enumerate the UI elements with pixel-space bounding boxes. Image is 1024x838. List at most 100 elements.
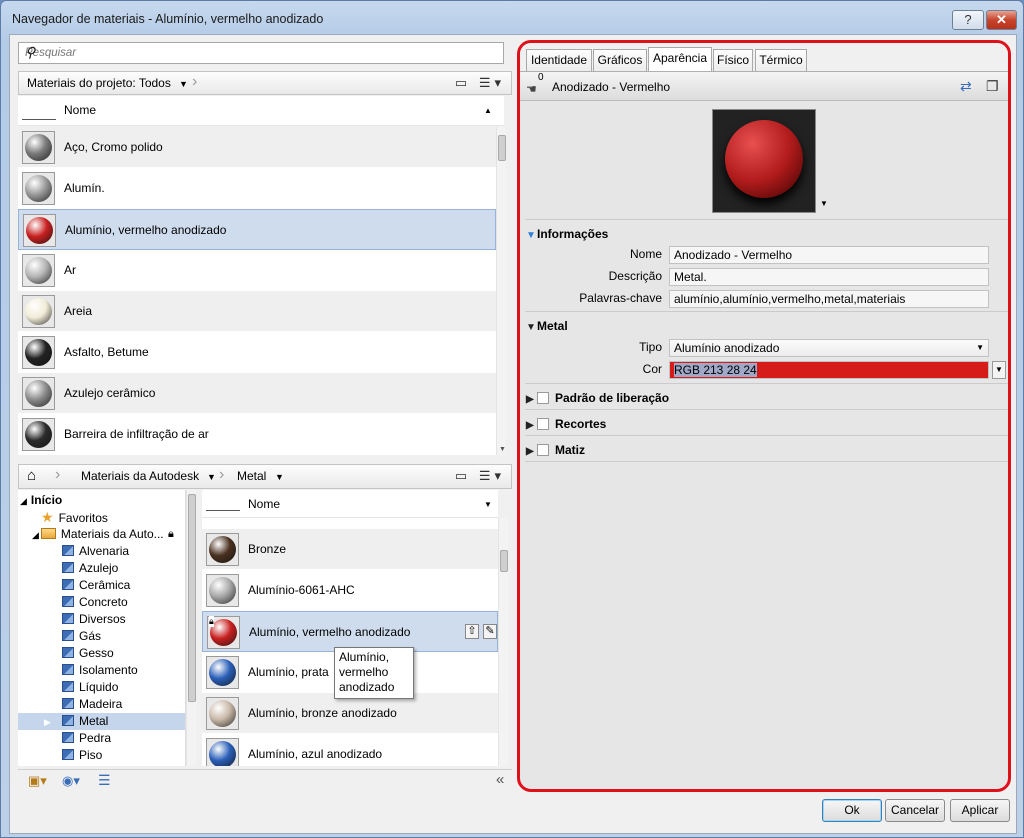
list-item[interactable]: Asfalto, Betume — [18, 332, 496, 373]
help-button[interactable]: ? — [952, 10, 984, 30]
tree-item[interactable]: Madeira — [18, 696, 185, 713]
collapse-left-icon[interactable]: « — [496, 771, 504, 788]
expanded-arrow-icon[interactable]: ▼ — [526, 322, 537, 333]
editor-toggle-icon[interactable]: ☰ — [98, 772, 111, 789]
view-options-icon[interactable]: ▭ ☰▾ — [455, 75, 505, 91]
ok-button[interactable]: Ok — [822, 799, 882, 822]
collapsed-arrow-icon[interactable]: ▶ — [526, 446, 537, 457]
expanded-arrow-icon[interactable]: ◢ — [32, 530, 39, 540]
tree-item[interactable]: Gás — [18, 628, 185, 645]
breadcrumb-autodesk[interactable]: Materiais da Autodesk — [81, 469, 199, 483]
section-checkbox[interactable] — [537, 418, 549, 430]
move-up-icon[interactable]: ⇧ — [465, 624, 479, 639]
list-item[interactable]: Ar — [18, 250, 496, 291]
scrollbar-thumb[interactable] — [500, 550, 508, 572]
tab-identidade[interactable]: Identidade — [526, 49, 592, 72]
apply-button[interactable]: Aplicar — [950, 799, 1010, 822]
project-filter-label[interactable]: Materiais do projeto: Todos — [27, 76, 171, 90]
preview-options-icon[interactable]: ▼ — [820, 199, 828, 208]
collapsed-section[interactable]: ▶ Recortes — [526, 417, 1008, 431]
tab-gráficos[interactable]: Gráficos — [593, 49, 647, 72]
chevron-down-icon[interactable]: ▼ — [275, 472, 284, 482]
tree-item[interactable]: Líquido — [18, 679, 185, 696]
description-field[interactable]: Metal. — [669, 268, 989, 286]
list-item[interactable]: Areia — [18, 291, 496, 332]
project-list-scrollbar[interactable]: ▼ — [496, 127, 506, 455]
scroll-down-icon[interactable]: ▼ — [499, 446, 506, 453]
tree-item[interactable]: Pedra — [18, 730, 185, 747]
list-item[interactable]: Bronze — [202, 529, 498, 570]
tab-térmico[interactable]: Térmico — [755, 49, 807, 72]
tree-item[interactable]: Isolamento — [18, 662, 185, 679]
chevron-down-icon[interactable]: ▼ — [207, 472, 216, 482]
type-dropdown[interactable]: Alumínio anodizado ▼ — [669, 339, 989, 357]
library-name-column[interactable]: Nome — [248, 497, 280, 511]
collapsed-section[interactable]: ▶ Matiz — [526, 443, 1008, 457]
color-field[interactable]: RGB 213 28 24 — [669, 361, 989, 379]
edit-icon[interactable]: ✎ — [483, 624, 497, 639]
expanded-arrow-icon[interactable]: ▼ — [526, 230, 537, 241]
list-item[interactable]: Barreira de infiltração de ar — [18, 414, 496, 455]
expanded-arrow-icon[interactable]: ◢ — [20, 496, 27, 506]
tree-item[interactable]: Diversos — [18, 611, 185, 628]
close-button[interactable]: ✕ — [986, 10, 1017, 30]
project-name-column[interactable]: Nome — [64, 103, 96, 117]
list-item[interactable]: Azulejo cerâmico — [18, 373, 496, 414]
tree-item[interactable]: ▶ Metal — [18, 713, 185, 730]
material-sphere — [26, 217, 53, 244]
list-item[interactable]: Aço, Cromo polido — [18, 127, 496, 168]
tab-físico[interactable]: Físico — [713, 49, 753, 72]
collapsed-arrow-icon[interactable]: ▶ — [526, 394, 537, 405]
library-list-scrollbar[interactable] — [498, 518, 508, 766]
tab-aparência[interactable]: Aparência — [648, 47, 712, 73]
collapsed-arrow-icon[interactable]: ▶ — [526, 420, 537, 431]
section-checkbox[interactable] — [537, 392, 549, 404]
view-options-icon[interactable]: ▭ ☰▾ — [455, 468, 505, 484]
breadcrumb-metal[interactable]: Metal — [237, 469, 266, 483]
name-field[interactable]: Anodizado - Vermelho — [669, 246, 989, 264]
tree-item[interactable]: Cerâmica — [18, 577, 185, 594]
chevron-down-icon[interactable]: ▼ — [179, 79, 188, 89]
keywords-field[interactable]: alumínio,alumínio,vermelho,metal,materia… — [669, 290, 989, 308]
replace-asset-icon[interactable]: ⇄ — [960, 78, 972, 95]
list-item[interactable]: Alumínio, vermelho anodizado ⇧ ✎ 🔒︎ — [202, 611, 498, 652]
star-icon: ★ — [41, 509, 54, 525]
list-item[interactable]: Alumínio-6061-AHC — [202, 570, 498, 611]
search-icon[interactable]: ⚲ — [25, 44, 499, 61]
tree-item[interactable]: ★ Favoritos — [18, 509, 185, 526]
list-item[interactable]: Alumín. — [18, 168, 496, 209]
tree-item[interactable]: Piso — [18, 747, 185, 764]
tree-item[interactable]: Alvenaria — [18, 543, 185, 560]
search-input[interactable]: Pesquisar ⚲ — [18, 42, 504, 64]
tree-item-label: Piso — [79, 748, 103, 762]
tree-item[interactable]: Gesso — [18, 645, 185, 662]
duplicate-asset-icon[interactable]: ❐ — [986, 78, 999, 95]
tree-scrollbar[interactable] — [186, 490, 196, 766]
scrollbar-thumb[interactable] — [498, 135, 506, 161]
material-swatch-icon — [206, 738, 239, 766]
color-options-button[interactable]: ▼ — [992, 361, 1006, 379]
collapsed-section[interactable]: ▶ Padrão de liberação — [526, 391, 1008, 405]
tree-item[interactable]: Concreto — [18, 594, 185, 611]
chevron-down-icon[interactable]: ▼ — [976, 340, 984, 356]
create-material-icon[interactable]: ◉▾ — [62, 773, 80, 789]
sort-descending-icon[interactable]: ▼ — [484, 500, 492, 509]
section-checkbox[interactable] — [537, 444, 549, 456]
scrollbar-thumb[interactable] — [188, 494, 196, 702]
material-preview[interactable] — [712, 109, 816, 213]
tree-item[interactable]: Azulejo — [18, 560, 185, 577]
home-icon[interactable]: ⌂ — [27, 467, 36, 484]
list-item[interactable]: Alumínio, azul anodizado — [202, 734, 498, 766]
tree-item[interactable]: ◢ Materiais da Auto... 🔒︎ — [18, 526, 185, 543]
library-icon — [62, 647, 74, 658]
list-item[interactable]: Alumínio, bronze anodizado — [202, 693, 498, 734]
tree-item[interactable]: ◢ Início — [18, 492, 185, 509]
material-sphere — [25, 175, 52, 202]
list-item[interactable]: Alumínio, vermelho anodizado — [18, 209, 496, 250]
asset-usage-count: 0 — [538, 72, 544, 83]
sort-ascending-icon[interactable]: ▲ — [484, 106, 492, 115]
cancel-button[interactable]: Cancelar — [885, 799, 945, 822]
metal-section-header[interactable]: ▼Metal — [526, 319, 568, 333]
library-folder-icon[interactable]: ▣▾ — [28, 773, 47, 789]
info-section-header[interactable]: ▼Informações — [526, 227, 608, 241]
